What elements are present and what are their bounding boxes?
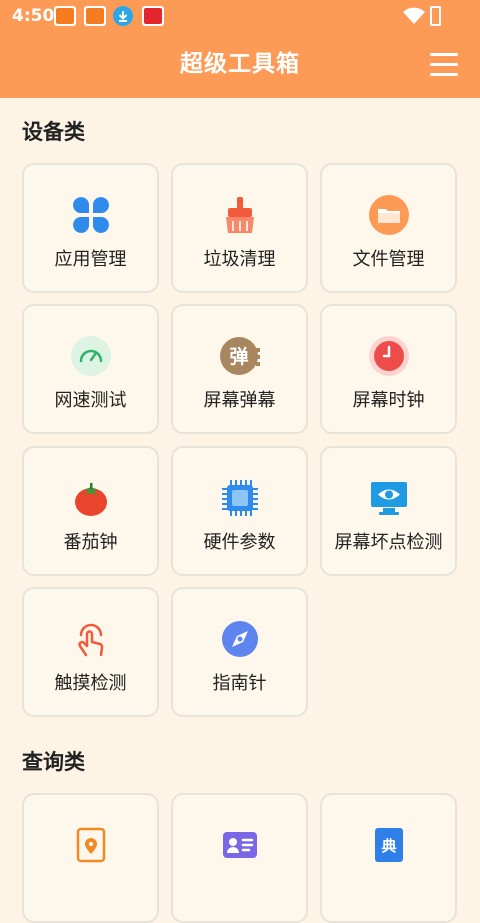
tool-label: 番茄钟 xyxy=(63,532,118,553)
status-bar: 4:50 xyxy=(0,0,480,32)
notification-app-icon xyxy=(142,6,164,26)
tool-compass[interactable]: 指南针 xyxy=(171,587,308,717)
tool-label: 网速测试 xyxy=(54,390,127,411)
notification-app-icon xyxy=(84,6,106,26)
tomato-icon xyxy=(74,483,107,516)
compass-icon xyxy=(221,621,258,657)
dictionary-icon: 典 xyxy=(374,828,403,862)
battery-icon xyxy=(430,6,441,26)
tool-label: 屏幕弹幕 xyxy=(203,390,276,411)
id-card-icon xyxy=(222,832,257,858)
status-time: 4:50 xyxy=(12,6,55,26)
download-notification-icon xyxy=(113,6,133,26)
tool-label: 文件管理 xyxy=(352,249,425,270)
tool-file-manager[interactable]: 文件管理 xyxy=(320,163,457,293)
page-title: 超级工具箱 xyxy=(180,51,300,77)
tool-junk-cleaner[interactable]: 垃圾清理 xyxy=(171,163,308,293)
tool-screen-clock[interactable]: 屏幕时钟 xyxy=(320,304,457,434)
tool-location-query[interactable] xyxy=(22,793,159,923)
monitor-eye-icon xyxy=(370,482,407,515)
clock-icon xyxy=(368,336,409,376)
svg-text:弹: 弹 xyxy=(229,345,248,368)
map-pin-icon xyxy=(76,827,105,863)
tool-label: 屏幕时钟 xyxy=(352,390,425,411)
tool-label: 垃圾清理 xyxy=(203,249,276,270)
tool-app-manager[interactable]: 应用管理 xyxy=(22,163,159,293)
tool-speed-test[interactable]: 网速测试 xyxy=(22,304,159,434)
speedometer-icon xyxy=(70,336,111,376)
app-header: 4:50 超级工具箱 xyxy=(0,0,480,98)
tool-label: 触摸检测 xyxy=(54,673,127,694)
danmaku-icon: 弹 xyxy=(219,337,260,375)
wifi-icon xyxy=(403,7,425,24)
broom-icon xyxy=(225,197,254,233)
notification-app-icon xyxy=(54,6,76,26)
four-petal-apps-icon xyxy=(72,197,109,233)
svg-text:典: 典 xyxy=(381,837,396,855)
folder-icon xyxy=(368,195,409,235)
menu-button[interactable] xyxy=(430,52,458,76)
tool-id-card-query[interactable] xyxy=(171,793,308,923)
tool-pomodoro[interactable]: 番茄钟 xyxy=(22,446,159,576)
tool-dead-pixel-test[interactable]: 屏幕坏点检测 xyxy=(320,446,457,576)
section-title-query: 查询类 xyxy=(22,750,85,774)
tool-screen-danmaku[interactable]: 弹 屏幕弹幕 xyxy=(171,304,308,434)
tool-label: 应用管理 xyxy=(54,249,127,270)
chip-icon xyxy=(221,480,258,516)
tool-label: 硬件参数 xyxy=(203,532,276,553)
tool-touch-test[interactable]: 触摸检测 xyxy=(22,587,159,717)
section-title-device: 设备类 xyxy=(22,120,85,144)
tool-label: 指南针 xyxy=(212,673,267,694)
tool-dictionary[interactable]: 典 xyxy=(320,793,457,923)
tool-hardware-info[interactable]: 硬件参数 xyxy=(171,446,308,576)
touch-finger-icon xyxy=(77,623,103,657)
tool-label: 屏幕坏点检测 xyxy=(334,532,443,553)
